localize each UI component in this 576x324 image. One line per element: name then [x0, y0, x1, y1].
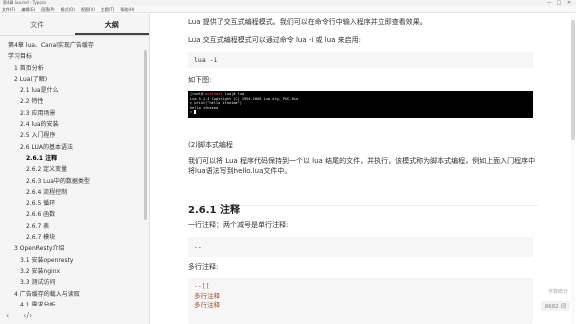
editor-area[interactable]: Lua 提供了交互式编程模式。我们可以在命令行中输入程序并立即查看效果。 Lua… — [151, 14, 576, 324]
paragraph-script-mode[interactable]: (2)脚本式编程 — [188, 140, 538, 150]
outline-item[interactable]: 第4章 lua、Canal实现广告缓存 — [0, 40, 149, 51]
outline-item[interactable]: 2.6.7 模块 — [0, 232, 149, 243]
paragraph-enable-interactive[interactable]: Lua 交互式编程模式可以通过命令 lua -i 或 lua 来启用: — [188, 35, 538, 45]
code-line: lua -i — [194, 56, 218, 64]
outline-item[interactable]: 1 首页分析 — [0, 63, 149, 74]
divider — [188, 205, 538, 206]
word-count-badge[interactable]: 8682 词 — [540, 301, 570, 311]
code-line: --[[ — [194, 282, 210, 290]
code-line: -- — [194, 243, 202, 251]
code-block-lua-i[interactable]: lua -i — [188, 52, 533, 68]
paragraph-interactive-mode[interactable]: Lua 提供了交互式编程模式。我们可以在命令行中输入程序并立即查看效果。 — [188, 17, 538, 27]
window-title: 第4章 lua.md - Typora — [3, 0, 46, 5]
outline-item[interactable]: 2.6.1 注释 — [0, 153, 149, 164]
paragraph-as-shown[interactable]: 如下图: — [188, 75, 538, 85]
menu-help[interactable]: 帮助(H) — [120, 6, 134, 12]
menu-format[interactable]: 格式(O) — [61, 6, 75, 12]
paragraph-multi-line-comment[interactable]: 多行注释: — [188, 262, 538, 272]
outline-item[interactable]: 3.2 安装nginx — [0, 266, 149, 277]
outline-item[interactable]: 2.6.3 Lua中的数据类型 — [0, 176, 149, 187]
terminal-line: > — [190, 110, 531, 115]
menu-file[interactable]: 文件(F) — [2, 6, 15, 12]
code-line: 多行注释 — [194, 291, 220, 300]
outline-list: 第4章 lua、Canal实现广告缓存 学习目标 1 首页分析 2 Lua(了解) 2.… — [0, 36, 149, 306]
outline-item[interactable]: 2.6.6 函数 — [0, 209, 149, 220]
paragraph-single-line-comment[interactable]: 一行注释：两个减号是单行注释: — [188, 220, 538, 230]
menu-edit[interactable]: 编辑(E) — [21, 6, 35, 12]
code-line: 多行注释 — [194, 301, 220, 309]
outline-item[interactable]: 2.2 特性 — [0, 96, 149, 107]
menu-view[interactable]: 视图(V) — [81, 6, 95, 12]
heading-comments[interactable]: 2.6.1 注释 — [188, 201, 240, 216]
outline-item[interactable]: 2.3 应用场景 — [0, 108, 149, 119]
outline-item[interactable]: 2.6.4 流程控制 — [0, 187, 149, 198]
sidebar: 文件 大纲 第4章 lua、Canal实现广告缓存 学习目标 1 首页分析 2 Lua… — [0, 14, 150, 324]
outline-item[interactable]: 2.4 lua的安装 — [0, 119, 149, 130]
menu-theme[interactable]: 主题(T) — [101, 6, 115, 12]
outline-item[interactable]: 2.6.7 表 — [0, 221, 149, 232]
outline-item[interactable]: 3.1 安装openresty — [0, 255, 149, 266]
outline-item[interactable]: 3.3 测试访问 — [0, 277, 149, 288]
outline-item[interactable]: 2.6.5 循环 — [0, 198, 149, 209]
menu-bar: 文件(F) 编辑(E) 段落(P) 格式(O) 视图(V) 主题(T) 帮助(H… — [0, 6, 576, 13]
outline-item[interactable]: 2.6 LUA的基本语法 — [0, 142, 149, 153]
word-count-label: 字数统计 — [547, 289, 568, 295]
tab-files[interactable]: 文件 — [0, 14, 75, 35]
outline-item[interactable]: 4 广告缓存的载入与读取 — [0, 289, 149, 300]
outline-item[interactable]: 2.6.2 定义变量 — [0, 164, 149, 175]
outline-item[interactable]: 2.1 lua是什么 — [0, 85, 149, 96]
sidebar-scrollbar[interactable] — [144, 50, 147, 220]
source-mode-icon[interactable]: ‹/› — [23, 311, 32, 320]
sidebar-tabs: 文件 大纲 — [0, 14, 149, 36]
code-block-single-comment[interactable]: -- — [188, 237, 533, 257]
sidebar-footer: ‹ ‹/› — [0, 306, 150, 324]
outline-item[interactable]: 学习目标 — [0, 51, 149, 62]
editor-scroll-thumb[interactable] — [571, 20, 575, 140]
outline-item[interactable]: 3 OpenResty介绍 — [0, 243, 149, 254]
editor-scrollbar[interactable] — [571, 14, 575, 324]
menu-paragraph[interactable]: 段落(P) — [41, 6, 55, 12]
toggle-sidebar-icon[interactable]: ‹ — [6, 311, 9, 320]
cursor-icon — [194, 110, 197, 115]
code-block-multi-comment[interactable]: --[[ 多行注释 多行注释 — [188, 278, 533, 324]
terminal-screenshot: [root@localhost lua]# lua Lua 5.1.4 Copy… — [188, 91, 533, 118]
tab-outline[interactable]: 大纲 — [74, 14, 149, 35]
outline-item[interactable]: 2 Lua(了解) — [0, 74, 149, 85]
paragraph-script-mode-desc[interactable]: 我们可以将 Lua 程序代码保持到一个以 lua 结尾的文件，并执行，该模式称为… — [188, 156, 538, 176]
outline-item[interactable]: 2.5 入门程序 — [0, 130, 149, 141]
